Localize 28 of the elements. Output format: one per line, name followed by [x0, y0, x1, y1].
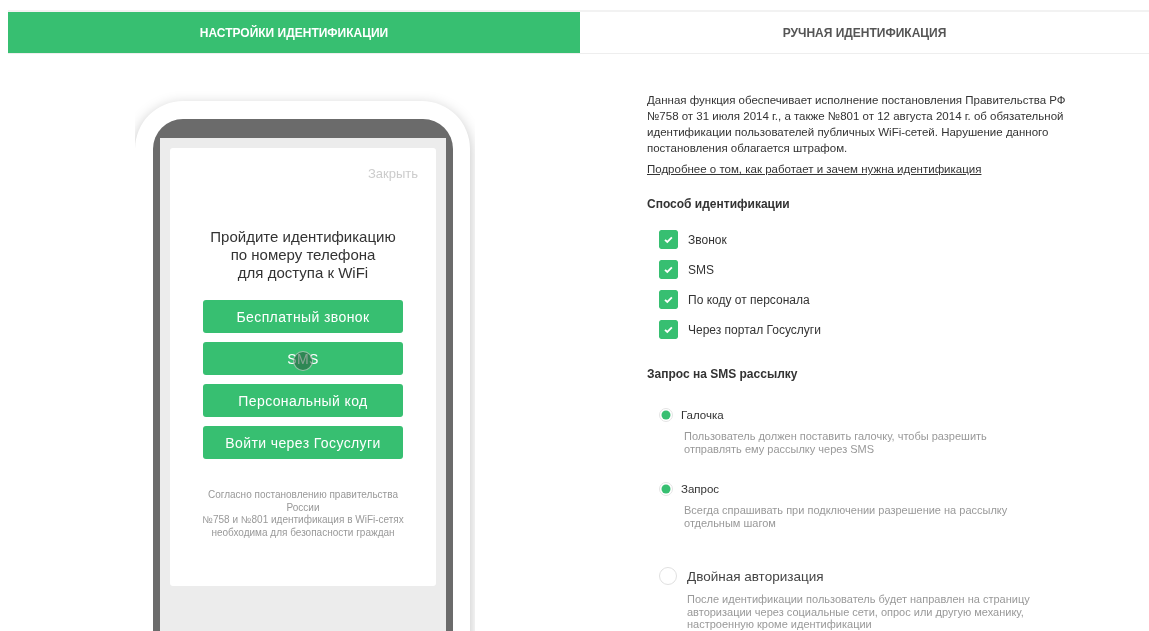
checkbox-label: Через портал Госуслуги [688, 322, 821, 337]
option-label: Двойная авторизация [687, 568, 824, 584]
option-description: Пользователь должен поставить галочку, чтобы разрешить отправлять ему рассылку через SMS [684, 430, 988, 456]
auth-option-button[interactable]: Бесплатный звонок [203, 300, 403, 333]
intro-paragraph: Данная функция обеспечивает исполнение постановления Правительства РФ №758 от 31 июля 2014 г., а также №801 от 12 августа 2014 г. об обязательной идентификации пользователей публичных WiFi-сетей. Нарушение данного постановления облагается штрафом. [647, 93, 1066, 156]
section-heading: Запрос на SMS рассылку [647, 367, 799, 381]
option-description: После идентификации пользователь будет направлен на страницу авторизации через социальные сети, опрос или другую механику, настроенную кроме идентификации [687, 593, 1031, 631]
option-description: Всегда спрашивать при подключении разрешение на рассылку отдельным шагом [684, 504, 1009, 530]
auth-option-button[interactable]: Войти через Госуслуги [203, 426, 403, 459]
auth-option-button[interactable]: Персональный код [203, 384, 403, 417]
checkbox-label: SMS [688, 262, 714, 277]
checkbox-label: По коду от персонала [688, 292, 810, 307]
radio-button[interactable] [659, 482, 673, 496]
section-heading: Способ идентификации [647, 197, 791, 211]
checkbox[interactable] [659, 290, 678, 309]
checkbox[interactable] [659, 230, 678, 249]
more-info-link[interactable]: Подробнее о том, как работает и зачем нужна идентификация [647, 163, 982, 175]
radio-label: Запрос [681, 483, 720, 495]
tab[interactable]: НАСТРОЙКИ ИДЕНТИФИКАЦИИ [8, 12, 580, 53]
phone-title: Пройдите идентификацию по номеру телефона для доступа к WiFi [210, 228, 396, 282]
toggle-circle[interactable] [659, 567, 677, 585]
auth-option-button[interactable]: SMS [203, 342, 403, 375]
checkbox[interactable] [659, 260, 678, 279]
checkbox-label: Звонок [688, 232, 727, 247]
checkbox[interactable] [659, 320, 678, 339]
radio-label: Галочка [681, 409, 724, 421]
legal-note: Согласно постановлению правительства России №758 и №801 идентификация в WiFi-сетях необходима для безопасности граждан [202, 489, 404, 539]
radio-button[interactable] [659, 408, 673, 422]
